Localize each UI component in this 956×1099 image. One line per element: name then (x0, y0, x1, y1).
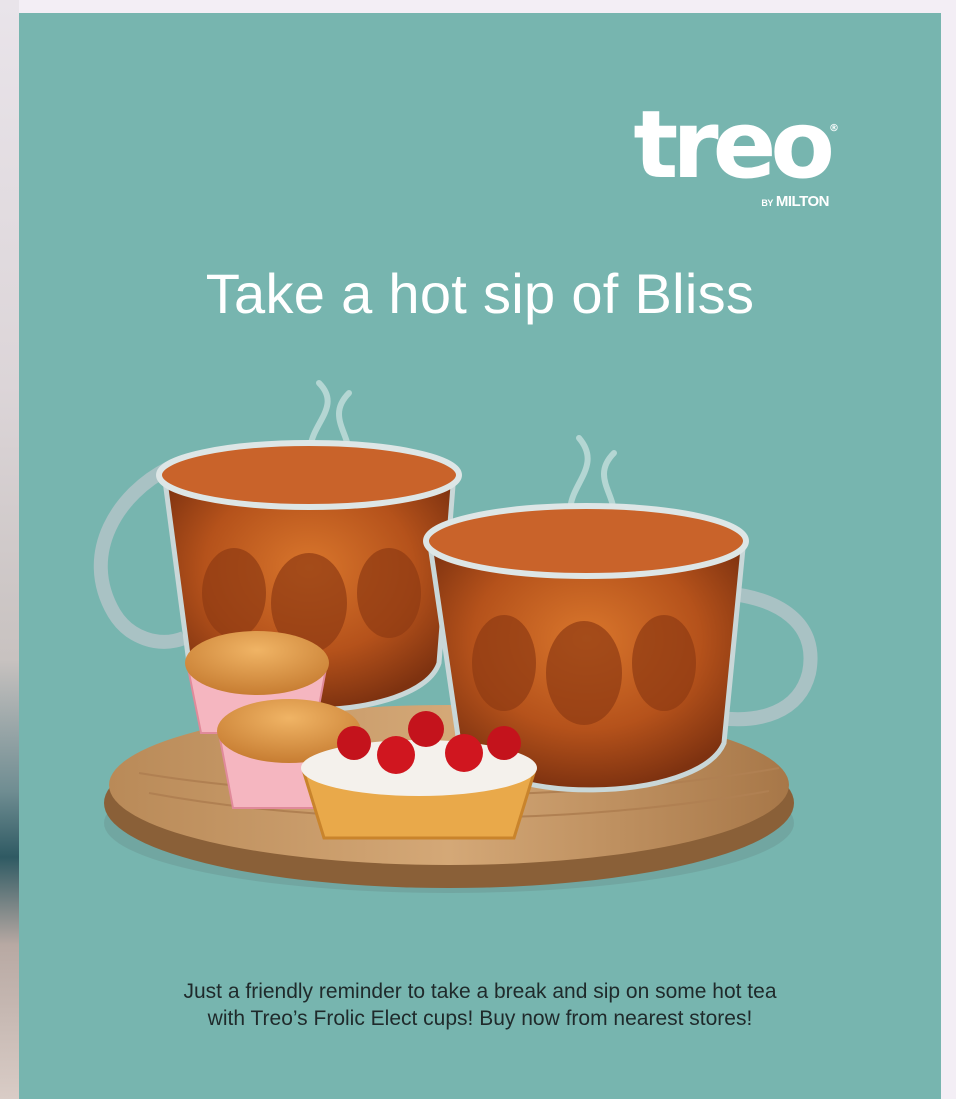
caption-line-1: Just a friendly reminder to take a break… (183, 980, 777, 1003)
treo-logo: treo ® BY MILTON (633, 91, 839, 211)
background-photo-edge (0, 0, 19, 1099)
registered-mark: ® (829, 123, 839, 134)
ad-poster: treo ® BYMILTON Take a hot sip of Bliss (19, 13, 941, 1099)
logo-wordmark: treo (633, 91, 835, 200)
caption-line-2: with Treo’s Frolic Elect cups! Buy now f… (207, 1007, 753, 1030)
headline: Take a hot sip of Bliss (205, 262, 755, 325)
tea-cups-illustration (93, 380, 818, 893)
ad-caption: Just a friendly reminder to take a break… (19, 978, 941, 1032)
